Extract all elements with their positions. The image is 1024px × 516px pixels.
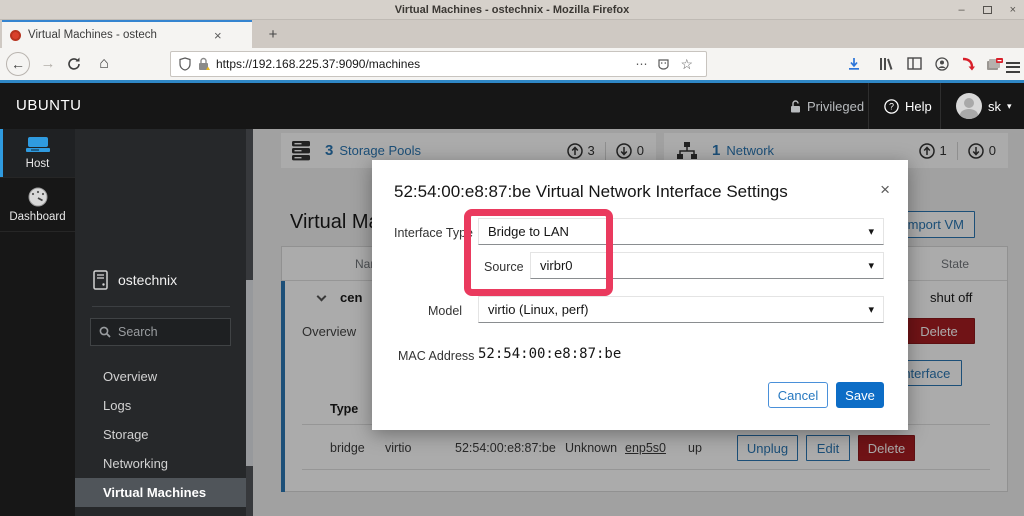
sidebar-item-storage[interactable]: Storage [75, 420, 246, 449]
tab-bar: Virtual Machines - ostech × + [0, 20, 1024, 48]
avatar [956, 93, 982, 119]
brand: UBUNTU [16, 97, 82, 114]
sidebar-divider [92, 306, 230, 307]
save-button[interactable]: Save [836, 382, 884, 408]
page-actions-icon[interactable]: ⋯ [635, 57, 647, 71]
sidebar-host[interactable]: ostechnix [93, 270, 177, 290]
forward-icon[interactable]: → [36, 52, 60, 76]
maximize-button[interactable] [982, 6, 992, 14]
cockpit-favicon-icon [10, 29, 21, 41]
lock-warning-icon[interactable] [197, 57, 210, 71]
navbar-separator [868, 83, 869, 129]
help-menu[interactable]: ? Help [884, 83, 932, 129]
library-icon[interactable] [874, 52, 898, 76]
rail: Host Dashboard [0, 129, 75, 516]
user-menu[interactable]: sk ▾ [956, 83, 1012, 129]
chevron-down-icon: ▾ [1007, 100, 1012, 111]
sidebar-item-logs[interactable]: Logs [75, 391, 246, 420]
dialog-close-icon[interactable]: × [880, 180, 890, 200]
screenshot-badge-icon[interactable] [982, 52, 1006, 76]
browser-tab[interactable]: Virtual Machines - ostech × [2, 20, 252, 48]
menu-hamburger-icon[interactable] [1006, 52, 1024, 76]
sidebar: ostechnix Search Overview Logs Storage N… [75, 129, 246, 516]
model-label: Model [428, 304, 463, 318]
privileged-label: Privileged [807, 98, 865, 114]
tab-close-icon[interactable]: × [214, 28, 222, 43]
sidebar-item-accounts[interactable]: Accounts [75, 507, 246, 516]
url-text[interactable]: https://192.168.225.37:9090/machines [216, 57, 630, 71]
host-server-icon [25, 137, 50, 152]
downloads-icon[interactable] [842, 52, 866, 76]
privileged-indicator[interactable]: Privileged [790, 83, 864, 129]
rail-item-label: Host [25, 158, 50, 170]
sidebar-item-virtual-machines[interactable]: Virtual Machines [75, 478, 246, 507]
navbar-separator [940, 83, 941, 129]
highlight-annotation-box [464, 209, 613, 296]
rail-item-host[interactable]: Host [0, 129, 75, 178]
model-value: virtio (Linux, perf) [488, 302, 589, 317]
dashboard-gauge-icon [28, 187, 47, 206]
nic-settings-dialog: 52:54:00:e8:87:be Virtual Network Interf… [372, 160, 908, 430]
search-placeholder: Search [118, 325, 158, 339]
window-titlebar: Virtual Machines - ostechnix - Mozilla F… [0, 0, 1024, 20]
model-select[interactable]: virtio (Linux, perf) ▾ [478, 296, 884, 323]
window-title: Virtual Machines - ostechnix - Mozilla F… [394, 3, 630, 16]
tracking-shield-icon[interactable] [179, 57, 191, 71]
interface-type-label: Interface Type [394, 226, 473, 240]
browser-toolbar: ← → ⌂ https://192.168.225.37:9090/machin… [0, 48, 1024, 80]
dialog-title: 52:54:00:e8:87:be Virtual Network Interf… [394, 182, 788, 201]
minimize-button[interactable]: – [958, 4, 964, 16]
cockpit-navbar: UBUNTU [0, 83, 1024, 129]
chevron-down-icon: ▾ [868, 226, 874, 238]
server-outline-icon [93, 270, 108, 290]
help-label: Help [905, 98, 932, 114]
mac-address-value: 52:54:00:e8:87:be [478, 346, 622, 362]
back-icon[interactable]: ← [6, 52, 30, 76]
tab-title: Virtual Machines - ostech [28, 29, 157, 41]
cancel-button[interactable]: Cancel [768, 382, 828, 408]
home-icon[interactable]: ⌂ [92, 52, 116, 76]
sidebar-item-networking[interactable]: Networking [75, 449, 246, 478]
permissions-shield-icon[interactable] [657, 58, 670, 71]
rail-item-dashboard[interactable]: Dashboard [0, 178, 75, 232]
mac-address-label: MAC Address [398, 349, 475, 363]
question-circle-icon: ? [884, 98, 899, 114]
new-tab-button[interactable]: + [262, 24, 284, 46]
unlock-icon [791, 99, 800, 112]
sidebar-item-overview[interactable]: Overview [75, 362, 246, 391]
reload-icon[interactable] [62, 52, 86, 76]
search-icon [99, 326, 111, 338]
extension-arrow-icon[interactable] [956, 52, 980, 76]
bookmark-star-icon[interactable]: ☆ [680, 56, 693, 73]
account-icon[interactable] [930, 52, 954, 76]
chevron-down-icon: ▾ [868, 304, 874, 316]
url-bar[interactable]: https://192.168.225.37:9090/machines ⋯ ☆ [170, 51, 707, 77]
chevron-down-icon: ▾ [868, 260, 874, 272]
sidebar-toggle-icon[interactable] [902, 52, 926, 76]
rail-item-label: Dashboard [9, 210, 66, 223]
close-button[interactable]: × [1010, 4, 1016, 16]
sidebar-host-label: ostechnix [118, 272, 178, 288]
svg-text:?: ? [889, 101, 894, 111]
screen: Virtual Machines - ostechnix - Mozilla F… [0, 0, 1024, 516]
search-input[interactable]: Search [90, 318, 231, 346]
sidebar-scrollbar-thumb[interactable] [246, 280, 253, 466]
user-label: sk [988, 98, 1001, 114]
